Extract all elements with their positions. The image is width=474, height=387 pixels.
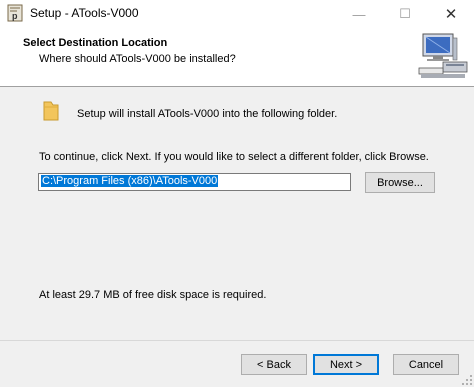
instruction-text: To continue, click Next. If you would li…: [39, 151, 429, 163]
minimize-button[interactable]: —: [336, 0, 382, 28]
close-button[interactable]: ✕: [428, 0, 474, 28]
back-button[interactable]: < Back: [241, 354, 307, 375]
computer-install-icon: [418, 33, 468, 78]
destination-path-value: C:\Program Files (x86)\ATools-V000: [41, 175, 219, 187]
destination-path-input[interactable]: C:\Program Files (x86)\ATools-V000: [38, 173, 351, 191]
window-title: Setup - ATools-V000: [30, 6, 139, 20]
next-button[interactable]: Next >: [313, 354, 379, 375]
resize-grip-icon[interactable]: [461, 374, 473, 386]
wizard-header: Select Destination Location Where should…: [0, 28, 474, 87]
maximize-button[interactable]: ☐: [382, 0, 428, 28]
disk-space-text: At least 29.7 MB of free disk space is r…: [39, 289, 267, 301]
cancel-button[interactable]: Cancel: [393, 354, 459, 375]
page-subtitle: Where should ATools-V000 be installed?: [39, 53, 236, 65]
intro-text: Setup will install ATools-V000 into the …: [77, 108, 338, 120]
folder-icon: [43, 101, 59, 121]
browse-button[interactable]: Browse...: [365, 172, 435, 193]
title-bar[interactable]: p Setup - ATools-V000 — ☐ ✕: [0, 0, 474, 28]
footer-divider: [0, 340, 474, 341]
page-title: Select Destination Location: [23, 37, 168, 49]
setup-app-icon: p: [7, 4, 23, 22]
svg-text:p: p: [12, 11, 18, 21]
